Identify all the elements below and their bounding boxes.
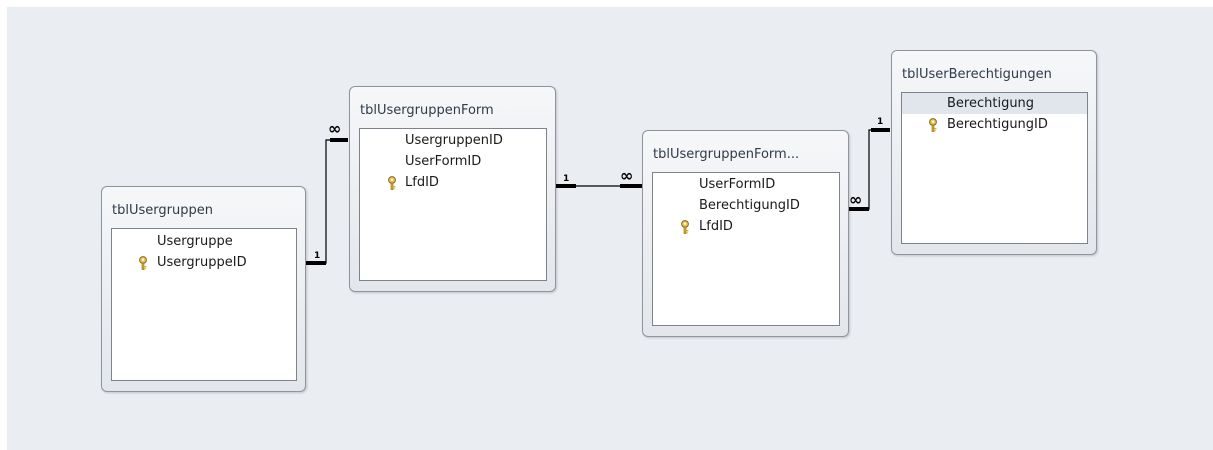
field-name: UserFormID: [405, 154, 482, 169]
relationship-form-berechtigung[interactable]: 1 ∞: [556, 166, 642, 188]
key-icon: [139, 256, 147, 270]
field-name: LfdID: [405, 175, 439, 190]
field-berechtigungid[interactable]: BerechtigungID: [902, 114, 1087, 135]
key-icon: [929, 118, 937, 132]
relationship-berechtigungen[interactable]: ∞ 1: [849, 117, 890, 211]
field-berechtigungid[interactable]: BerechtigungID: [653, 195, 839, 216]
field-list[interactable]: Berechtigung BerechtigungID: [901, 92, 1088, 244]
field-berechtigung[interactable]: Berechtigung: [902, 93, 1087, 114]
field-name: UsergruppenID: [405, 133, 503, 148]
field-list[interactable]: UsergruppenID UserFormID LfdID: [359, 128, 547, 281]
field-lfdid[interactable]: LfdID: [653, 216, 839, 237]
table-title[interactable]: tblUsergruppenForm: [360, 103, 494, 118]
field-usergruppenid[interactable]: UsergruppenID: [360, 130, 546, 151]
table-title[interactable]: tblUsergruppenForm...: [653, 147, 799, 162]
key-icon: [388, 176, 396, 190]
field-name: UserFormID: [699, 177, 776, 192]
key-icon: [681, 220, 689, 234]
table-title[interactable]: tblUsergruppen: [112, 203, 213, 218]
relationship-one-label: 1: [563, 174, 569, 184]
field-name: BerechtigungID: [699, 198, 800, 213]
field-usergruppe[interactable]: Usergruppe: [112, 231, 296, 252]
field-name: LfdID: [699, 219, 733, 234]
table-usergruppenform[interactable]: tblUsergruppenForm UsergruppenID UserFor…: [349, 86, 556, 292]
field-name: Usergruppe: [157, 234, 233, 249]
relationship-many-label: ∞: [849, 190, 862, 209]
table-title[interactable]: tblUserBerechtigungen: [902, 67, 1052, 82]
field-name: BerechtigungID: [947, 117, 1048, 132]
field-list[interactable]: Usergruppe UsergruppeID: [111, 228, 297, 381]
table-userberechtigungen[interactable]: tblUserBerechtigungen Berechtigung Berec…: [891, 50, 1097, 255]
relationship-many-label: ∞: [328, 119, 341, 138]
field-lfdid[interactable]: LfdID: [360, 172, 546, 193]
relationship-one-label: 1: [877, 117, 883, 127]
field-userformid[interactable]: UserFormID: [360, 151, 546, 172]
field-userformid[interactable]: UserFormID: [653, 174, 839, 195]
table-usergruppenform-berechtigung[interactable]: tblUsergruppenForm... UserFormID Berecht…: [642, 130, 849, 337]
field-usergruppeid[interactable]: UsergruppeID: [112, 252, 296, 273]
relationship-usergruppen-form[interactable]: 1 ∞: [305, 119, 348, 265]
field-name: Berechtigung: [947, 96, 1035, 111]
relationship-one-label: 1: [314, 251, 320, 261]
field-name: UsergruppeID: [157, 255, 247, 270]
table-usergruppen[interactable]: tblUsergruppen Usergruppe UsergruppeID: [101, 186, 306, 392]
field-list[interactable]: UserFormID BerechtigungID LfdID: [652, 172, 840, 326]
relationship-many-label: ∞: [620, 166, 633, 185]
